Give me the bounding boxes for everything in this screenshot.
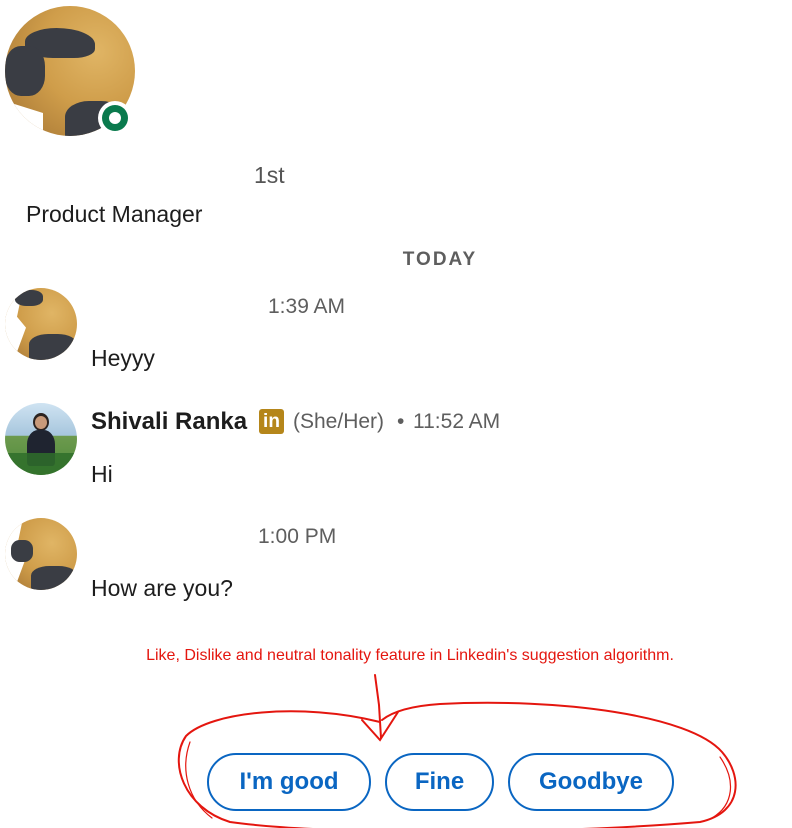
reply-chip-im-good[interactable]: I'm good bbox=[207, 753, 371, 811]
annotation-arrow bbox=[361, 674, 399, 742]
reply-chip-goodbye[interactable]: Goodbye bbox=[508, 753, 674, 811]
annotation-markup bbox=[177, 674, 737, 828]
reply-chip-fine[interactable]: Fine bbox=[385, 753, 494, 811]
